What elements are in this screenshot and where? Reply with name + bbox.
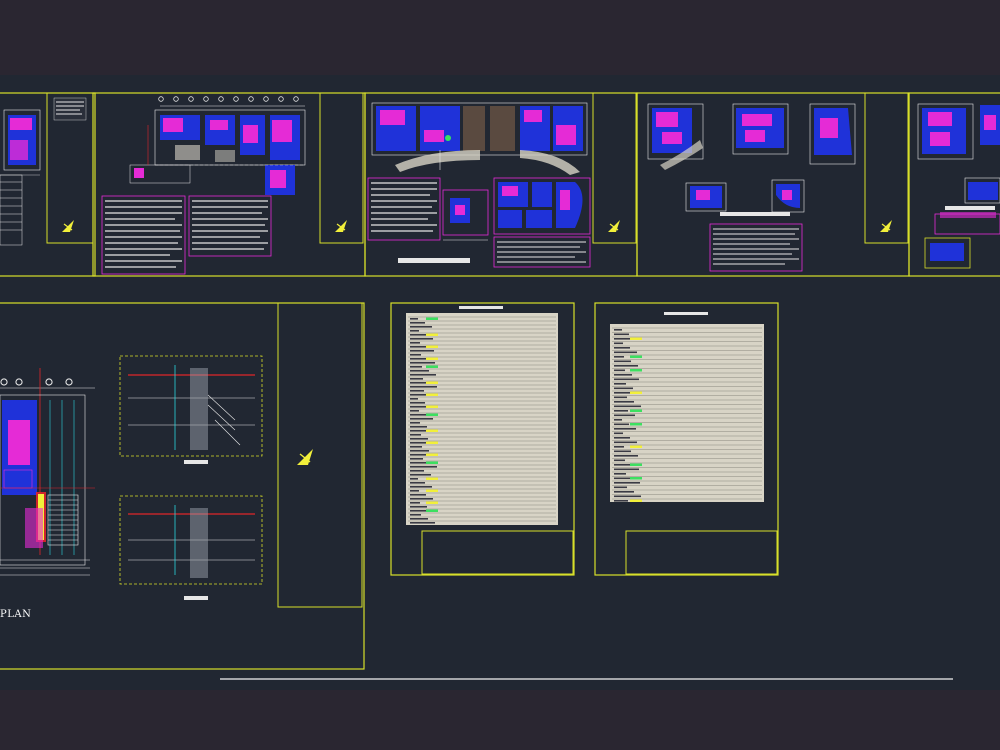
sheet-d-notes xyxy=(709,223,803,272)
north-arrow-icon xyxy=(608,220,620,232)
sheet-b-notes-left xyxy=(101,195,186,275)
sheet-b-notes-right xyxy=(188,195,272,257)
sheet-d-unit-1 xyxy=(647,103,704,170)
sheet-f-section-1 xyxy=(119,355,263,464)
sheet-e[interactable] xyxy=(908,92,1000,277)
sheet-d-unit-2 xyxy=(732,103,789,155)
north-arrow-icon xyxy=(297,449,313,465)
north-arrow-icon xyxy=(335,220,347,232)
sheet-b[interactable] xyxy=(92,92,366,277)
sheet-d-title-bar xyxy=(720,212,790,216)
sheet-row-top xyxy=(0,92,1000,277)
sheet-f-floor-plan xyxy=(0,368,95,576)
sheet-d-unit-3 xyxy=(809,103,856,165)
sheet-g-schedule[interactable] xyxy=(390,302,575,576)
sheet-c-detail-small xyxy=(442,189,489,241)
top-dark-bar xyxy=(0,0,1000,75)
sheet-c-floor-plan xyxy=(371,102,588,175)
sheet-c[interactable] xyxy=(364,92,638,277)
sheet-h-schedule[interactable] xyxy=(594,302,779,576)
sheet-b-floor-plan xyxy=(129,109,306,195)
sheet-c-notes-bottom xyxy=(493,236,591,268)
sheet-a-plan xyxy=(0,109,41,176)
north-arrow-icon xyxy=(880,220,892,232)
sheet-f-section-2 xyxy=(119,495,263,600)
sheet-d-unit-5 xyxy=(771,179,805,213)
sheet-e-plan xyxy=(917,103,1000,269)
sheet-d[interactable] xyxy=(636,92,910,277)
sheet-a[interactable] xyxy=(0,92,96,277)
bottom-dark-bar xyxy=(0,690,1000,750)
north-arrow-icon xyxy=(62,220,74,232)
sheet-b-grid-ticks xyxy=(158,96,305,107)
plan-title-label: PLAN xyxy=(0,609,32,620)
cad-drawing-canvas[interactable]: PLAN xyxy=(0,75,1000,690)
sheet-c-notes xyxy=(367,177,441,241)
model-space[interactable] xyxy=(0,75,1000,690)
sheet-f-stair xyxy=(47,494,79,546)
sheet-c-detail-plan xyxy=(493,177,591,235)
sheet-f[interactable] xyxy=(0,302,365,670)
sheet-c-title-bar xyxy=(398,258,470,263)
sheet-d-unit-4 xyxy=(685,182,727,212)
